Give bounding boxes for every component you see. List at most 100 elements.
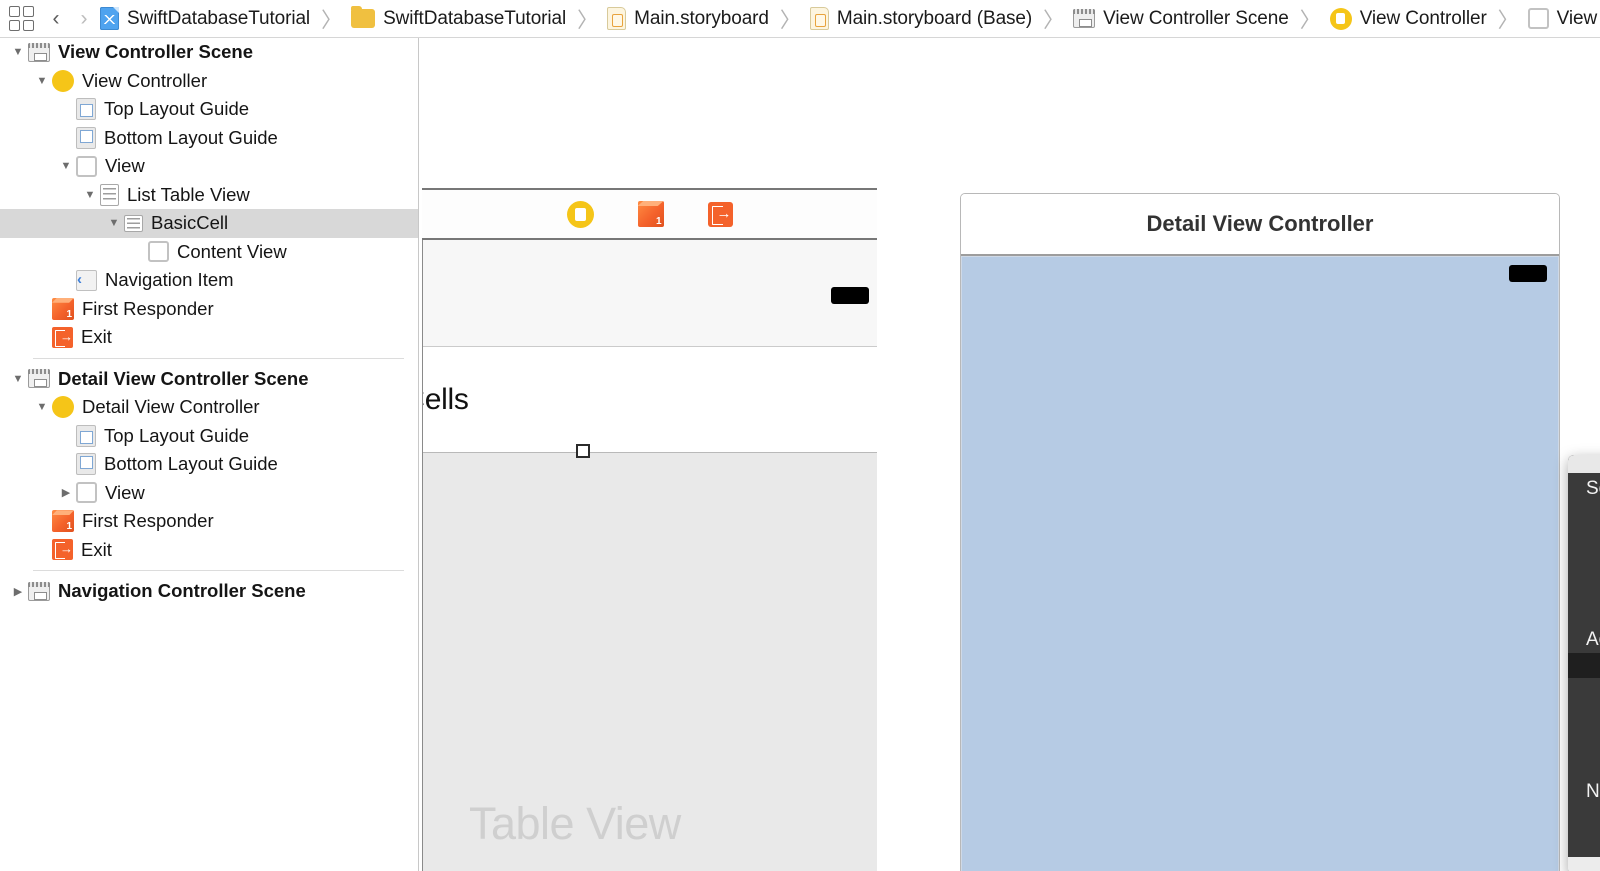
breadcrumb-item-label: View Controller xyxy=(1359,7,1487,29)
breadcrumb-item[interactable]: Main.storyboard xyxy=(605,4,771,34)
menu-section-header: Non-Adaptive Selection Segue xyxy=(1586,781,1600,803)
breadcrumb-separator: 〉 xyxy=(779,8,801,32)
menu-item[interactable]: Present Modally xyxy=(1568,704,1600,729)
disclosure-open-icon[interactable]: ▼ xyxy=(32,401,52,413)
outline-row-label: Exit xyxy=(81,538,112,560)
outline-row[interactable]: Top Layout Guide xyxy=(0,422,418,451)
disclosure-open-icon[interactable]: ▼ xyxy=(8,373,28,385)
outline-row-label: Navigation Controller Scene xyxy=(58,580,306,602)
top-layout-guide-icon xyxy=(76,424,96,447)
outline-row[interactable]: ▼ Detail View Controller xyxy=(0,393,418,422)
breadcrumb-item[interactable]: Main.storyboard (Base) xyxy=(808,4,1034,34)
menu-item[interactable]: Show Detail xyxy=(1568,527,1600,552)
detail-root-view[interactable] xyxy=(961,256,1559,871)
breadcrumb-item-label: SwiftDatabaseTutorial xyxy=(383,7,567,29)
outline-row[interactable]: Bottom Layout Guide xyxy=(0,450,418,479)
segue-type-popup-menu[interactable]: Selection SegueShowShow DetailPresent Mo… xyxy=(1568,455,1600,871)
menu-item[interactable]: Show xyxy=(1568,501,1600,526)
menu-item[interactable]: Show xyxy=(1568,653,1600,679)
breadcrumb-item[interactable]: View Controller Scene xyxy=(1071,4,1291,34)
outline-row[interactable]: ▶ Navigation Controller Scene xyxy=(0,577,418,606)
xcode-project-icon xyxy=(100,7,119,30)
navigation-title: e Cells xyxy=(423,382,469,416)
scene-icon xyxy=(28,581,50,601)
grid-view-icon[interactable] xyxy=(8,6,34,32)
outline-row[interactable]: ▼ Detail View Controller Scene xyxy=(0,365,418,394)
disclosure-closed-icon[interactable]: ▶ xyxy=(56,486,76,499)
view-controller-preview[interactable]: e Cells Table View xyxy=(422,240,877,871)
breadcrumb-item-label: Main.storyboard xyxy=(634,7,769,29)
document-outline[interactable]: ▼ View Controller Scene ▼ View Controller To… xyxy=(0,38,419,871)
outline-row[interactable]: ▶ View xyxy=(0,479,418,508)
outline-row[interactable]: Content View xyxy=(0,238,418,267)
outline-row-label: First Responder xyxy=(82,297,214,319)
breadcrumb-separator: 〉 xyxy=(321,8,343,32)
disclosure-open-icon[interactable]: ▼ xyxy=(56,160,76,172)
breadcrumb: SwiftDatabaseTutorial 〉 SwiftDatabaseTutor… xyxy=(98,4,1600,34)
menu-item[interactable]: Show Detail xyxy=(1568,678,1600,703)
outline-row-label: Bottom Layout Guide xyxy=(104,453,278,475)
menu-item[interactable]: Present Modally xyxy=(1568,552,1600,577)
breadcrumb-item[interactable]: SwiftDatabaseTutorial xyxy=(349,4,568,34)
storyboard-canvas[interactable]: 1 e Cells Table View Detail View Control… xyxy=(420,38,1600,871)
outline-row-label: View Controller Scene xyxy=(58,41,253,63)
outline-row-label: BasicCell xyxy=(151,212,229,234)
disclosure-open-icon[interactable]: ▼ xyxy=(8,46,28,58)
menu-section-header: Selection Segue xyxy=(1586,477,1600,499)
disclosure-open-icon[interactable]: ▼ xyxy=(32,75,52,87)
view-icon xyxy=(148,241,169,263)
outline-row[interactable]: ▼ View Controller Scene xyxy=(0,38,418,67)
first-responder-icon[interactable]: 1 xyxy=(637,201,664,227)
menu-item[interactable]: Modal (deprecated) xyxy=(1568,830,1600,855)
breadcrumb-item[interactable]: View Controller xyxy=(1328,4,1489,34)
outline-row[interactable]: ▼ View xyxy=(0,152,418,181)
outline-row-label: Detail View Controller xyxy=(82,396,260,418)
table-view-placeholder: Table View xyxy=(469,798,681,849)
scene-dock[interactable]: 1 xyxy=(422,188,877,240)
bottom-layout-guide-icon xyxy=(76,453,96,476)
view-controller-icon xyxy=(52,396,74,419)
outline-row[interactable]: Exit xyxy=(0,323,418,352)
breadcrumb-item-label: View xyxy=(1556,7,1598,29)
outline-row[interactable]: ▼ List Table View xyxy=(0,181,418,210)
status-bar xyxy=(423,240,877,347)
menu-item[interactable]: Present As Popover xyxy=(1568,729,1600,754)
battery-icon xyxy=(1509,265,1547,282)
segue-menu-list[interactable]: Selection SegueShowShow DetailPresent Mo… xyxy=(1568,473,1600,857)
menu-item[interactable]: Present As Popover xyxy=(1568,577,1600,602)
scroll-down-arrow[interactable] xyxy=(1568,857,1600,871)
menu-item[interactable]: Push (deprecated) xyxy=(1568,805,1600,830)
disclosure-open-icon[interactable]: ▼ xyxy=(104,217,124,229)
outline-row[interactable]: Top Layout Guide xyxy=(0,95,418,124)
outline-row[interactable]: Exit xyxy=(0,536,418,565)
scene-icon xyxy=(1073,9,1096,28)
menu-item[interactable]: Custom xyxy=(1568,602,1600,627)
breadcrumb-item[interactable]: SwiftDatabaseTutorial xyxy=(98,4,312,34)
outline-row[interactable]: ▼ BasicCell xyxy=(0,209,418,238)
selection-handle[interactable] xyxy=(576,444,590,458)
storyboard-file-icon xyxy=(809,7,829,30)
table-view-icon xyxy=(100,183,119,206)
view-controller-icon[interactable] xyxy=(566,200,594,228)
detail-view-controller-preview[interactable]: Detail View Controller xyxy=(960,193,1560,871)
first-responder-icon: 1 xyxy=(52,297,74,320)
outline-row[interactable]: ‹ Navigation Item xyxy=(0,266,418,295)
outline-row[interactable]: ▼ View Controller xyxy=(0,67,418,96)
disclosure-closed-icon[interactable]: ▶ xyxy=(8,585,28,598)
breadcrumb-item[interactable]: View xyxy=(1526,4,1599,34)
exit-icon[interactable] xyxy=(707,201,733,227)
forward-button[interactable]: › xyxy=(70,4,98,34)
table-view-area[interactable]: Table View xyxy=(423,444,877,871)
outline-row[interactable]: 1 First Responder xyxy=(0,507,418,536)
back-button[interactable]: ‹ xyxy=(42,4,70,34)
outline-row[interactable]: 1 First Responder xyxy=(0,295,418,324)
disclosure-open-icon[interactable]: ▼ xyxy=(80,189,100,201)
view-icon xyxy=(76,482,97,504)
outline-row[interactable]: Bottom Layout Guide xyxy=(0,124,418,153)
battery-icon xyxy=(831,287,869,304)
scroll-up-arrow[interactable] xyxy=(1568,455,1600,473)
navigation-item-icon: ‹ xyxy=(76,269,97,291)
outline-row-label: Content View xyxy=(177,240,287,262)
menu-item[interactable]: Custom xyxy=(1568,754,1600,779)
first-responder-badge: 1 xyxy=(655,216,662,227)
